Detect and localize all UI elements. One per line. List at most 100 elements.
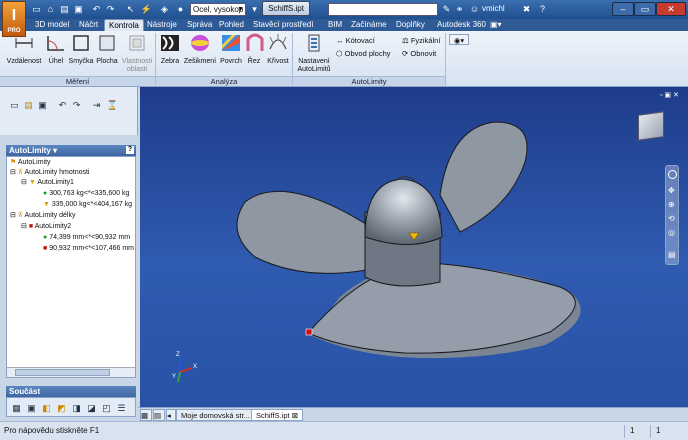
surface-icon [222, 35, 240, 51]
exchange-icon[interactable]: ✖ [520, 3, 533, 15]
physical-icon: ⚖ [402, 36, 411, 45]
viewcube[interactable] [638, 111, 664, 141]
pan-icon[interactable]: ✥ [668, 186, 675, 195]
open-folder-icon[interactable]: ▤ [22, 99, 35, 111]
ribbon-options-dropdown[interactable]: ◉▾ [449, 34, 469, 45]
part-tool-icon[interactable]: ◪ [85, 402, 98, 414]
update-icon[interactable]: ⚡ [140, 3, 153, 15]
dimension-limit-button[interactable]: ↔ Kótovací [336, 35, 375, 46]
return-icon[interactable]: ⇥ [90, 99, 103, 111]
area-button[interactable]: Plocha [94, 33, 120, 77]
tab-view[interactable]: Pohled [215, 19, 248, 31]
tab-environments[interactable]: Stavěcí prostředí [249, 19, 317, 31]
binoculars-icon[interactable]: ⚭ [453, 3, 466, 15]
viewport-window-controls[interactable]: ▫ ▣ ✕ [660, 91, 684, 99]
undo-arrow-icon[interactable]: ↶ [56, 99, 69, 111]
user-icon[interactable]: ☺ [468, 3, 481, 15]
zebra-button[interactable]: Zebra [158, 33, 182, 77]
help-icon[interactable]: ? [536, 3, 549, 15]
part-tool-icon[interactable]: ◨ [70, 402, 83, 414]
quick-access-more-icon[interactable]: ▾ [248, 3, 261, 15]
app-logo[interactable]: I PRO [2, 1, 26, 37]
tab-home-page[interactable]: Moje domovská str... [176, 409, 255, 421]
redo-icon[interactable]: ↷ [104, 3, 117, 15]
face-perimeter-button[interactable]: ⬡ Obvod plochy [336, 48, 391, 59]
tab-schiffs-ipt[interactable]: SchiffS.ipt ⊠ [251, 409, 304, 421]
region-properties-button[interactable]: Vlastnosti oblasti [120, 33, 154, 77]
tree-item[interactable]: ⊟ ⊼ AutoLimity délky [10, 211, 75, 221]
tree-item[interactable]: ⊟ ■ AutoLimity2 [21, 222, 71, 232]
undo-icon[interactable]: ↶ [90, 3, 103, 15]
new-icon[interactable]: ▭ [30, 3, 43, 15]
open-icon[interactable]: ▤ [58, 3, 71, 15]
graphics-viewport[interactable]: Z X Y ▫ ▣ ✕ ✥ ⊕ ⟲ ◎ ▤ [140, 87, 688, 407]
home-icon[interactable]: ⌂ [44, 3, 57, 15]
cascade-icon[interactable]: ▤ [153, 409, 165, 421]
close-tab-icon[interactable]: ⊠ [292, 411, 298, 420]
save-icon[interactable]: ▣ [72, 3, 85, 15]
part-tool-icon[interactable]: ▦ [10, 402, 23, 414]
red-limit-marker[interactable] [305, 328, 313, 336]
save-file-icon[interactable]: ▣ [36, 99, 49, 111]
material-dropdown[interactable]: Ocel, vysokop ▼ [190, 3, 246, 16]
part-tool-icon[interactable]: ▣ [25, 402, 38, 414]
steering-wheel-icon[interactable] [668, 170, 677, 179]
tab-sketch[interactable]: Náčrt [75, 19, 102, 31]
section-button[interactable]: Řez [244, 33, 264, 77]
browser-help-icon[interactable]: ? [126, 146, 134, 154]
tree-item[interactable]: ■ 90,932 mm<*<107,466 mm [43, 244, 134, 254]
tree-item[interactable]: ⊟ ⊼ AutoLimity hmotnosti [10, 168, 90, 178]
axis-triad: Z X Y [172, 352, 197, 383]
look-at-icon[interactable]: ◎ [668, 228, 675, 237]
new-file-icon[interactable]: ▭ [8, 99, 21, 111]
maximize-button[interactable]: ▭ [634, 2, 656, 16]
draft-button[interactable]: Zešikmení [182, 33, 218, 77]
part-tool-icon[interactable]: ◰ [100, 402, 113, 414]
select-icon[interactable]: ↖ [124, 3, 137, 15]
angle-button[interactable]: Úhel [44, 33, 68, 77]
surface-button[interactable]: Povrch [218, 33, 244, 77]
part-tool-icon[interactable]: ☰ [115, 402, 128, 414]
tab-bim[interactable]: BIM [324, 19, 346, 31]
tree-root[interactable]: ⚑ AutoLimity [10, 158, 51, 168]
close-button[interactable]: ✕ [656, 2, 686, 16]
tab-inspect[interactable]: Kontrola [104, 19, 144, 31]
browser-header[interactable]: AutoLimity ▾ ? [6, 145, 136, 156]
tree-item[interactable]: ▼ 335,000 kg<*<404,167 kg [43, 200, 132, 210]
nav-options-icon[interactable]: ▤ [668, 250, 676, 259]
tab-manage[interactable]: Správa [183, 19, 216, 31]
tab-tools[interactable]: Nástroje [143, 19, 181, 31]
curvature-button[interactable]: Křivost [264, 33, 292, 77]
appearance-icon[interactable]: ● [174, 3, 187, 15]
horizontal-scrollbar[interactable] [7, 367, 135, 377]
tab-list-icon[interactable]: ◂ [166, 409, 176, 421]
refresh-button[interactable]: ⟳ Obnovit [402, 48, 436, 59]
tab-get-started[interactable]: Začínáme [347, 19, 391, 31]
ribbon-toggle-icon[interactable]: ▣▾ [486, 19, 506, 31]
tree-item[interactable]: ● 300,763 kg<*<335,600 kg [43, 189, 129, 199]
propeller-model[interactable]: Z X Y [140, 87, 688, 407]
tree-item-label: 74,399 mm<*<90,932 mm [49, 234, 131, 241]
tab-add-ins[interactable]: Doplňky [392, 19, 429, 31]
autolimits-settings-button[interactable]: Nastavení AutoLimitů [294, 33, 334, 77]
loop-button[interactable]: Smyčka [68, 33, 94, 77]
tab-3d-model[interactable]: 3D model [31, 19, 73, 31]
distance-button[interactable]: Vzdálenost [4, 33, 44, 77]
tile-icon[interactable]: ▦ [140, 409, 152, 421]
redo-arrow-icon[interactable]: ↷ [70, 99, 83, 111]
part-tool-icon[interactable]: ◩ [55, 402, 68, 414]
physical-limit-button[interactable]: ⚖ Fyzikální [402, 35, 440, 46]
zoom-icon[interactable]: ⊕ [668, 200, 675, 209]
orbit-icon[interactable]: ⟲ [668, 214, 675, 223]
tree-item[interactable]: ⊟ ▼ AutoLimity1 [21, 178, 74, 188]
scrollbar-thumb[interactable] [15, 369, 110, 376]
tree-item[interactable]: ● 74,399 mm<*<90,932 mm [43, 233, 130, 243]
search-icon[interactable]: ✎ [440, 3, 453, 15]
help-pointer-icon[interactable]: ⌛ [106, 99, 119, 111]
tab-autodesk-360[interactable]: Autodesk 360 [433, 19, 490, 31]
user-name[interactable]: vmichl [482, 4, 505, 13]
search-input[interactable] [328, 3, 438, 16]
minimize-button[interactable]: – [612, 2, 634, 16]
material-icon[interactable]: ◈ [158, 3, 171, 15]
part-tool-icon[interactable]: ◧ [40, 402, 53, 414]
